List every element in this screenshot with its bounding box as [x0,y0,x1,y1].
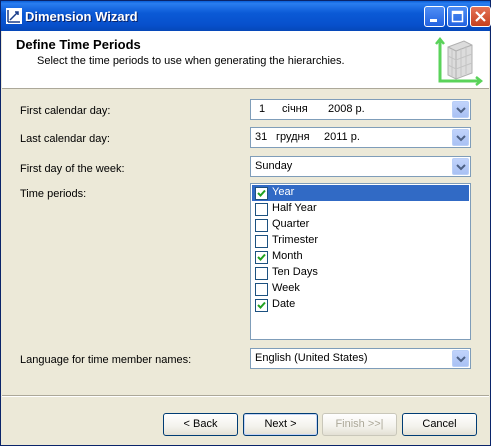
dimension-cube-icon [435,37,484,86]
chevron-down-icon [456,164,466,171]
minimize-button[interactable] [424,6,445,27]
time-period-item[interactable]: Date [252,297,469,313]
maximize-icon [451,10,464,23]
checkmark-icon [257,301,266,309]
checkbox[interactable] [255,235,268,248]
time-periods-label: Time periods: [20,188,87,200]
time-period-label: Quarter [272,218,310,230]
time-period-label: Date [272,298,296,310]
first-month-value[interactable]: січня [282,103,308,115]
checkmark-icon [257,253,266,261]
checkbox[interactable] [255,219,268,232]
language-select[interactable]: English (United States) [250,348,471,369]
checkbox[interactable] [255,299,268,312]
time-period-item[interactable]: Week [252,281,469,297]
first-day-of-week-value: Sunday [255,160,293,172]
finish-button[interactable]: Finish >>| [322,413,397,436]
cancel-button[interactable]: Cancel [402,413,477,436]
first-day-of-week-select[interactable]: Sunday [250,156,471,177]
last-calendar-day-picker[interactable]: 31 грудня 2011 р. [250,127,471,148]
time-period-label: Ten Days [272,266,318,278]
back-button[interactable]: < Back [163,413,238,436]
first-day-of-week-label: First day of the week: [20,163,125,175]
footer-separator [2,395,489,397]
checkbox[interactable] [255,187,268,200]
time-period-item[interactable]: Quarter [252,217,469,233]
time-period-label: Trimester [272,234,319,246]
time-period-item[interactable]: Month [252,249,469,265]
last-calendar-day-dropdown-button[interactable] [452,129,469,146]
wizard-header: Define Time Periods Select the time peri… [2,31,489,89]
time-period-item[interactable]: Trimester [252,233,469,249]
chevron-down-icon [456,135,466,142]
wizard-icon [6,8,22,24]
language-dropdown-button[interactable] [452,350,469,367]
dimension-wizard-window: Dimension Wizard Define Time Periods Sel… [0,0,491,446]
title-bar[interactable]: Dimension Wizard [1,1,491,31]
first-calendar-day-picker[interactable]: 1 січня 2008 р. [250,99,471,120]
window-title: Dimension Wizard [25,9,138,24]
first-year-value[interactable]: 2008 р. [328,103,365,115]
page-subtitle: Select the time periods to use when gene… [37,55,345,67]
last-calendar-day-label: Last calendar day: [20,133,110,145]
checkbox[interactable] [255,283,268,296]
time-period-label: Year [272,186,295,198]
last-month-value[interactable]: грудня [276,131,310,143]
checkbox[interactable] [255,267,268,280]
last-year-value[interactable]: 2011 р. [324,131,360,143]
first-calendar-day-label: First calendar day: [20,105,111,117]
close-button[interactable] [470,6,491,27]
chevron-down-icon [456,107,466,114]
chevron-down-icon [456,356,466,363]
first-day-of-week-dropdown-button[interactable] [452,158,469,175]
first-day-value[interactable]: 1 [259,103,265,115]
checkbox[interactable] [255,203,268,216]
time-period-item[interactable]: Half Year [252,201,469,217]
time-period-label: Month [272,250,303,262]
close-icon [475,11,486,22]
checkbox[interactable] [255,251,268,264]
language-value: English (United States) [255,352,368,364]
language-label: Language for time member names: [20,354,192,366]
time-period-item[interactable]: Year [252,185,469,201]
next-button[interactable]: Next > [243,413,318,436]
last-day-value[interactable]: 31 [255,131,267,143]
checkmark-icon [257,189,266,197]
time-period-item[interactable]: Ten Days [252,265,469,281]
time-period-label: Week [272,282,300,294]
maximize-button[interactable] [447,6,468,27]
time-period-label: Half Year [272,202,317,214]
time-periods-list[interactable]: Year Half Year Quarter Trimester Month Ten Da… [250,183,471,340]
minimize-icon [430,19,437,22]
first-calendar-day-dropdown-button[interactable] [452,101,469,118]
page-title: Define Time Periods [16,37,141,52]
